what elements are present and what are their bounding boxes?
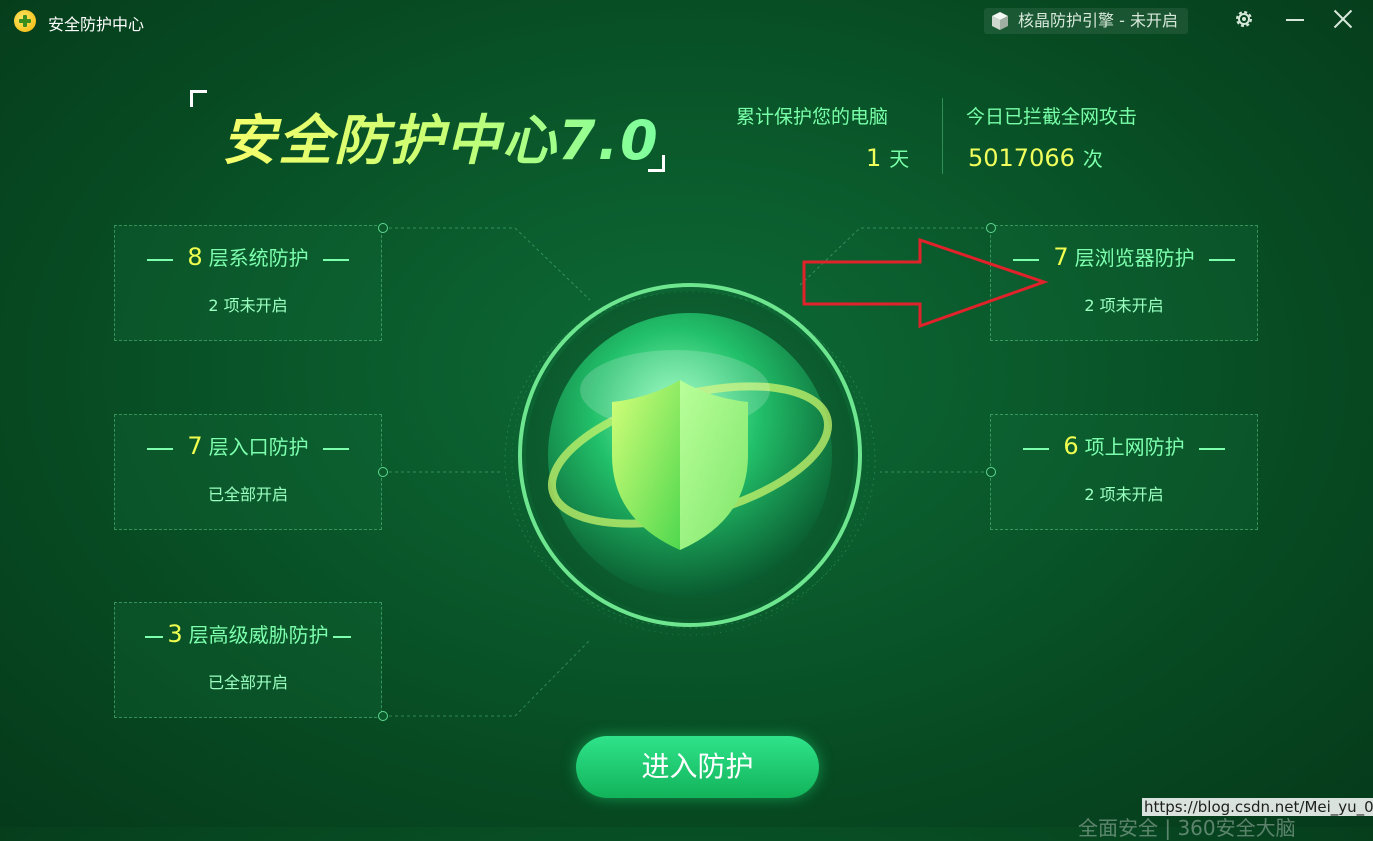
watermark: https://blog.csdn.net/Mei_yu_01 — [1142, 798, 1373, 816]
panel-internet-protection[interactable]: 6 项上网防护 2 项未开启 — [990, 414, 1258, 530]
panel-browser-label: 层浏览器防护 — [1074, 246, 1195, 270]
connector-dot — [378, 467, 388, 477]
panel-internet-status: 2 项未开启 — [1084, 485, 1164, 504]
panel-system-status: 2 项未开启 — [208, 296, 288, 315]
connector-dot — [378, 711, 388, 721]
connector-dot — [986, 223, 996, 233]
panel-internet-label: 项上网防护 — [1084, 435, 1185, 459]
panel-internet-num: 6 — [1063, 432, 1079, 460]
panel-entry-title: 7 层入口防护 — [115, 431, 381, 460]
panel-system-label: 层系统防护 — [208, 246, 309, 270]
panel-advanced-num: 3 — [167, 620, 183, 648]
enter-protection-button[interactable]: 进入防护 — [576, 736, 819, 798]
panel-entry-status: 已全部开启 — [207, 485, 288, 504]
protection-orb — [502, 280, 878, 648]
panel-advanced-label: 层高级威胁防护 — [188, 623, 329, 647]
panel-internet-title: 6 项上网防护 — [991, 431, 1257, 460]
panel-system-num: 8 — [187, 243, 203, 271]
panel-entry-label: 层入口防护 — [208, 435, 309, 459]
connector-dot — [378, 223, 388, 233]
annotation-arrow — [802, 237, 1049, 329]
panel-entry-protection[interactable]: 7 层入口防护 已全部开启 — [114, 414, 382, 530]
connector-dot — [986, 467, 996, 477]
panel-system-title: 8 层系统防护 — [115, 242, 381, 271]
panel-entry-num: 7 — [187, 432, 203, 460]
panel-advanced-status: 已全部开启 — [207, 673, 288, 692]
panel-browser-num: 7 — [1053, 243, 1069, 271]
panel-system-protection[interactable]: 8 层系统防护 2 项未开启 — [114, 225, 382, 341]
panel-advanced-title: 3 层高级威胁防护 — [115, 619, 381, 648]
panel-advanced-protection[interactable]: 3 层高级威胁防护 已全部开启 — [114, 602, 382, 718]
